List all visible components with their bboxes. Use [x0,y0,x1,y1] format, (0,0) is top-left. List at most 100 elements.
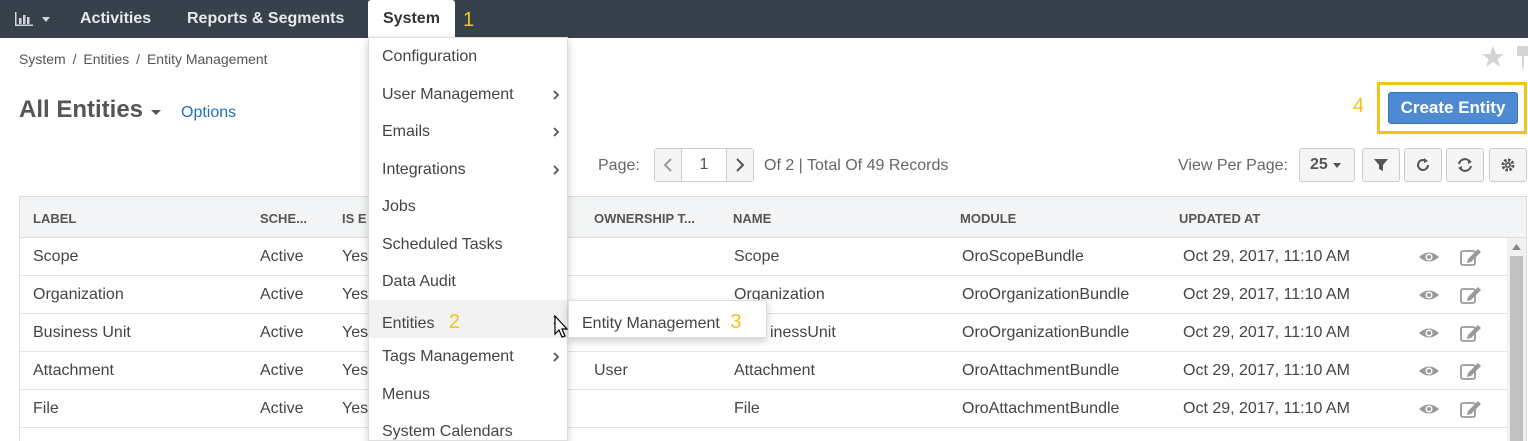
cell-updated: Oct 29, 2017, 11:10 AM [1183,286,1350,303]
eye-icon[interactable] [1418,400,1440,418]
cell-is-extend: Yes [342,324,369,341]
pager-info: Of 2 | Total Of 49 Records [764,157,949,174]
cell-name: File [734,400,760,417]
entities-table: LABEL SCHE... IS E OWNERSHIP T... NAME M… [19,196,1527,441]
next-page-button[interactable] [727,149,753,181]
menu-item-jobs[interactable]: Jobs [382,198,562,216]
breadcrumb: System / Entities / Entity Management [19,51,271,67]
caret-down-icon [150,110,161,115]
caret-down-icon [42,17,50,22]
scroll-up-icon[interactable] [1507,240,1526,254]
table-row[interactable]: Scope Active Yes Scope OroScopeBundle Oc… [20,238,1508,276]
cell-name: Scope [734,248,780,265]
nav-reports-segments[interactable]: Reports & Segments [187,0,344,38]
refresh-button[interactable] [1404,148,1442,182]
column-header-ownership-type[interactable]: OWNERSHIP T... [594,211,695,226]
pin-icon[interactable] [1514,44,1528,70]
column-header-module[interactable]: MODULE [960,211,1016,226]
menu-item-configuration[interactable]: Configuration [382,48,562,66]
edit-icon[interactable] [1460,286,1482,304]
menu-item-tags-management[interactable]: Tags Management [382,348,562,366]
edit-icon[interactable] [1460,324,1482,342]
submenu-item-entity-management[interactable]: Entity Management 3 [582,311,741,334]
chevron-right-icon [553,165,560,175]
menu-item-data-audit[interactable]: Data Audit [382,273,562,291]
menu-item-user-management[interactable]: User Management [382,86,562,104]
view-per-page-dropdown[interactable]: 25 [1299,148,1355,182]
create-entity-button[interactable]: Create Entity [1388,92,1518,124]
page-title-text: All Entities [19,96,144,123]
eye-icon[interactable] [1418,286,1440,304]
table-row[interactable]: File Active Yes File OroAttachmentBundle… [20,390,1508,428]
column-header-name[interactable]: NAME [733,211,771,226]
eye-icon[interactable] [1418,248,1440,266]
cell-updated: Oct 29, 2017, 11:10 AM [1183,400,1350,417]
cell-module: OroOrganizationBundle [962,286,1130,303]
page-number-input[interactable]: 1 [681,149,727,181]
mouse-cursor-icon [554,315,568,338]
cell-schema: Active [260,286,304,303]
step-number-1: 1 [463,9,475,31]
dashboard-menu-button[interactable] [14,9,54,29]
cell-updated: Oct 29, 2017, 11:10 AM [1183,362,1350,379]
create-entity-highlight: Create Entity [1377,82,1527,134]
cell-label: Scope [33,248,79,265]
filter-button[interactable] [1362,148,1400,182]
cell-name: inessUnit [770,324,836,341]
edit-icon[interactable] [1460,248,1482,266]
chevron-left-icon [663,158,672,172]
reset-icon [1458,158,1472,172]
chevron-right-icon [553,90,560,100]
cell-schema: Active [260,400,304,417]
grid-settings-button[interactable] [1489,148,1527,182]
menu-item-emails[interactable]: Emails [382,123,562,141]
chart-icon [15,12,33,26]
column-header-is-extend[interactable]: IS E [342,211,367,226]
star-icon[interactable] [1480,44,1506,70]
menu-item-entities[interactable]: Entities 2 [382,311,562,334]
chevron-right-icon [736,158,745,172]
table-header: LABEL SCHE... IS E OWNERSHIP T... NAME M… [20,197,1526,238]
previous-page-button[interactable] [655,149,681,181]
eye-icon[interactable] [1418,324,1440,342]
page-actions [1480,44,1528,70]
breadcrumb-system[interactable]: System [19,51,66,67]
menu-item-scheduled-tasks[interactable]: Scheduled Tasks [382,236,562,254]
cell-label: Attachment [33,362,114,379]
breadcrumb-entities[interactable]: Entities [83,51,129,67]
cell-label: Business Unit [33,324,131,341]
edit-icon[interactable] [1460,362,1482,380]
scrollbar-thumb[interactable] [1510,256,1523,441]
table-scrollbar[interactable] [1507,238,1526,441]
step-number-2: 2 [448,311,461,333]
menu-item-system-calendars[interactable]: System Calendars [382,423,562,441]
chevron-right-icon [553,127,560,137]
menu-item-menus[interactable]: Menus [382,386,562,404]
menu-item-integrations[interactable]: Integrations [382,161,562,179]
reset-button[interactable] [1446,148,1484,182]
eye-icon[interactable] [1418,362,1440,380]
column-header-label[interactable]: LABEL [33,211,76,226]
table-row[interactable]: Attachment Active Yes User Attachment Or… [20,352,1508,390]
step-number-4: 4 [1353,95,1365,117]
page-title[interactable]: All Entities [19,96,162,124]
system-dropdown-menu: Configuration User Management Emails Int… [368,37,568,441]
filter-icon [1374,159,1388,171]
cell-is-extend: Yes [342,286,369,303]
column-header-updated-at[interactable]: UPDATED AT [1179,211,1260,226]
cell-ownership: User [594,362,628,379]
options-link[interactable]: Options [181,104,236,122]
cell-is-extend: Yes [342,248,369,265]
refresh-icon [1417,158,1429,171]
breadcrumb-separator: / [136,51,141,67]
edit-icon[interactable] [1460,400,1482,418]
nav-activities[interactable]: Activities [80,0,151,38]
column-header-schema[interactable]: SCHE... [260,211,307,226]
nav-system[interactable]: System [368,0,455,38]
cell-schema: Active [260,324,304,341]
cell-schema: Active [260,362,304,379]
step-number-3: 3 [730,311,742,333]
gear-icon [1501,158,1515,172]
nav-system-label: System [383,10,440,27]
entities-submenu: Entity Management 3 [568,300,767,338]
